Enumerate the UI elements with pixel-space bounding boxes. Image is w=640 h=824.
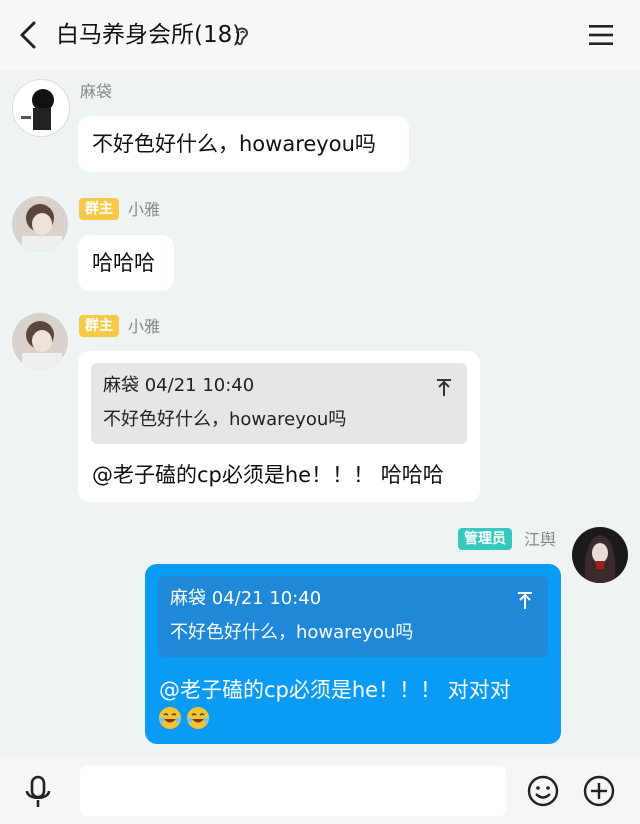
quote-text: 不好色好什么，howareyou吗 <box>103 409 347 430</box>
avatar[interactable] <box>12 79 70 137</box>
message-bubble[interactable]: 哈哈哈 <box>78 235 174 291</box>
message-bubble[interactable]: 不好色好什么，howareyou吗 <box>78 116 409 172</box>
message-text: 哈哈哈 <box>92 251 155 275</box>
sender-name: 麻袋 <box>80 82 113 101</box>
avatar[interactable] <box>572 527 628 583</box>
chat-header: 白马养身会所(18) <box>0 0 640 70</box>
quoted-message[interactable]: 麻袋 04/21 10:40 不好色好什么，howareyou吗 <box>91 363 467 444</box>
quote-jump-icon[interactable] <box>516 590 534 610</box>
quote-author-time: 麻袋 04/21 10:40 <box>103 375 255 396</box>
sender-name: 小雅 <box>128 200 161 219</box>
ear-icon <box>236 27 249 46</box>
menu-icon[interactable] <box>586 22 616 48</box>
quote-text: 不好色好什么，howareyou吗 <box>170 622 414 643</box>
message-bubble[interactable]: 麻袋 04/21 10:40 不好色好什么，howareyou吗 @老子磕的cp… <box>145 564 561 744</box>
laughing-emoji-icon <box>159 707 181 729</box>
message-bubble[interactable]: 麻袋 04/21 10:40 不好色好什么，howareyou吗 @老子磕的cp… <box>78 351 480 502</box>
chat-title[interactable]: 白马养身会所(18) <box>56 20 241 50</box>
plus-icon[interactable] <box>582 774 616 808</box>
quoted-message[interactable]: 麻袋 04/21 10:40 不好色好什么，howareyou吗 <box>158 576 548 657</box>
avatar[interactable] <box>12 196 68 252</box>
laughing-emoji-icon <box>187 707 209 729</box>
message-text: @老子磕的cp必须是he！！！ 对对对 <box>159 678 511 702</box>
sender-name: 小雅 <box>128 317 161 336</box>
quote-author-time: 麻袋 04/21 10:40 <box>170 588 322 609</box>
message-text: @老子磕的cp必须是he！！！ 哈哈哈 <box>92 463 444 487</box>
admin-badge: 管理员 <box>458 528 512 550</box>
avatar[interactable] <box>12 313 68 369</box>
emoji-icon[interactable] <box>526 774 560 808</box>
owner-badge: 群主 <box>79 198 119 220</box>
message-input[interactable] <box>80 766 506 816</box>
back-arrow-icon[interactable] <box>14 18 44 52</box>
owner-badge: 群主 <box>79 315 119 337</box>
sender-name: 江舆 <box>524 530 557 549</box>
message-text: 不好色好什么，howareyou吗 <box>92 132 376 156</box>
input-bar <box>0 758 640 824</box>
quote-jump-icon[interactable] <box>435 377 453 397</box>
microphone-icon[interactable] <box>22 774 54 810</box>
